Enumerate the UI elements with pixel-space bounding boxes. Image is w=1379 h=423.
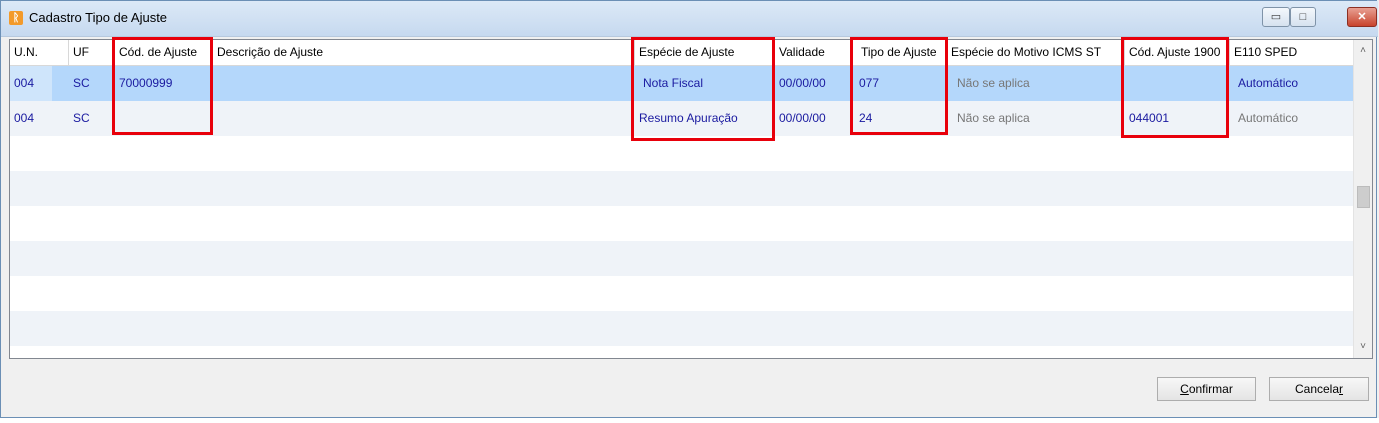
cell-cod-ajuste[interactable]: 70000999 — [115, 66, 213, 101]
cell-un[interactable]: 004 — [10, 101, 69, 136]
cell-especie[interactable]: Resumo Apuração — [635, 101, 775, 136]
col-header-e110[interactable]: E110 SPED — [1230, 40, 1354, 65]
cancel-mnemonic: r — [1339, 382, 1344, 396]
cell-especie-motivo[interactable]: Não se aplica — [947, 66, 1125, 101]
cell-uf[interactable]: SC — [69, 101, 115, 136]
col-header-un[interactable]: U.N. — [10, 40, 69, 65]
cell-tipo[interactable]: 077 — [853, 66, 947, 101]
title-bar[interactable]: ᚱ Cadastro Tipo de Ajuste ▭ □ ✕ — [1, 1, 1378, 37]
col-header-especie[interactable]: Espécie de Ajuste — [635, 40, 775, 65]
background-strip — [0, 418, 1379, 423]
cell-un[interactable]: 004 — [10, 66, 52, 101]
cell-especie[interactable]: Nota Fiscal — [635, 66, 775, 101]
col-header-validade[interactable]: Validade — [775, 40, 853, 65]
cell-descricao[interactable] — [213, 66, 635, 101]
col-header-uf[interactable]: UF — [69, 40, 115, 65]
cancel-button[interactable]: Cancelar — [1269, 377, 1369, 401]
empty-row — [10, 276, 1354, 311]
empty-row — [10, 136, 1354, 171]
table-row[interactable]: 004 SC Resumo Apuração 00/00/00 24 Não s… — [10, 101, 1354, 136]
cell-tipo[interactable]: 24 — [853, 101, 947, 136]
close-button[interactable]: ✕ — [1347, 7, 1377, 27]
minimize-button[interactable]: ▭ — [1262, 7, 1290, 27]
empty-row — [10, 241, 1354, 276]
scroll-thumb[interactable] — [1357, 186, 1370, 208]
empty-row — [10, 171, 1354, 206]
cell-uf[interactable]: SC — [69, 66, 115, 101]
cell-especie-motivo[interactable]: Não se aplica — [947, 101, 1125, 136]
cancel-label: Cancela — [1294, 382, 1340, 396]
col-header-cod-1900[interactable]: Cód. Ajuste 1900 — [1125, 40, 1230, 65]
empty-row — [10, 206, 1354, 241]
cell-cod-1900[interactable]: 044001 — [1125, 101, 1230, 136]
vertical-scrollbar[interactable]: ˄ ˅ — [1353, 40, 1372, 358]
window-title: Cadastro Tipo de Ajuste — [29, 10, 168, 25]
cell-validade[interactable]: 00/00/00 — [775, 66, 853, 101]
col-header-especie-motivo[interactable]: Espécie do Motivo ICMS ST — [947, 40, 1125, 65]
cell-e110[interactable]: Automático — [1230, 101, 1354, 136]
cell-cod-ajuste[interactable] — [115, 101, 213, 136]
cell-e110[interactable]: Automático — [1230, 66, 1354, 101]
confirm-mnemonic: C — [1180, 382, 1189, 396]
cell-validade[interactable]: 00/00/00 — [775, 101, 853, 136]
col-header-tipo[interactable]: Tipo de Ajuste — [853, 40, 947, 65]
orange-app-icon: ᚱ — [9, 11, 23, 25]
ajuste-grid[interactable]: U.N. UF Cód. de Ajuste Descrição de Ajus… — [9, 39, 1373, 359]
empty-row — [10, 311, 1354, 346]
scroll-down-icon[interactable]: ˅ — [1354, 338, 1372, 355]
cell-cod-1900[interactable] — [1125, 66, 1230, 101]
table-row[interactable]: 004 SC 70000999 Nota Fiscal 00/00/00 077… — [10, 66, 1354, 101]
dialog-window: ᚱ Cadastro Tipo de Ajuste ▭ □ ✕ U.N. UF … — [0, 0, 1378, 418]
col-header-descricao[interactable]: Descrição de Ajuste — [213, 40, 635, 65]
cell-descricao[interactable] — [213, 101, 635, 136]
maximize-button[interactable]: □ — [1290, 7, 1316, 27]
confirm-button[interactable]: Confirmar — [1157, 377, 1256, 401]
col-header-cod-ajuste[interactable]: Cód. de Ajuste — [115, 40, 213, 65]
scroll-up-icon[interactable]: ˄ — [1354, 42, 1372, 59]
grid-header: U.N. UF Cód. de Ajuste Descrição de Ajus… — [10, 40, 1354, 66]
confirm-label: onfirmar — [1188, 382, 1233, 396]
